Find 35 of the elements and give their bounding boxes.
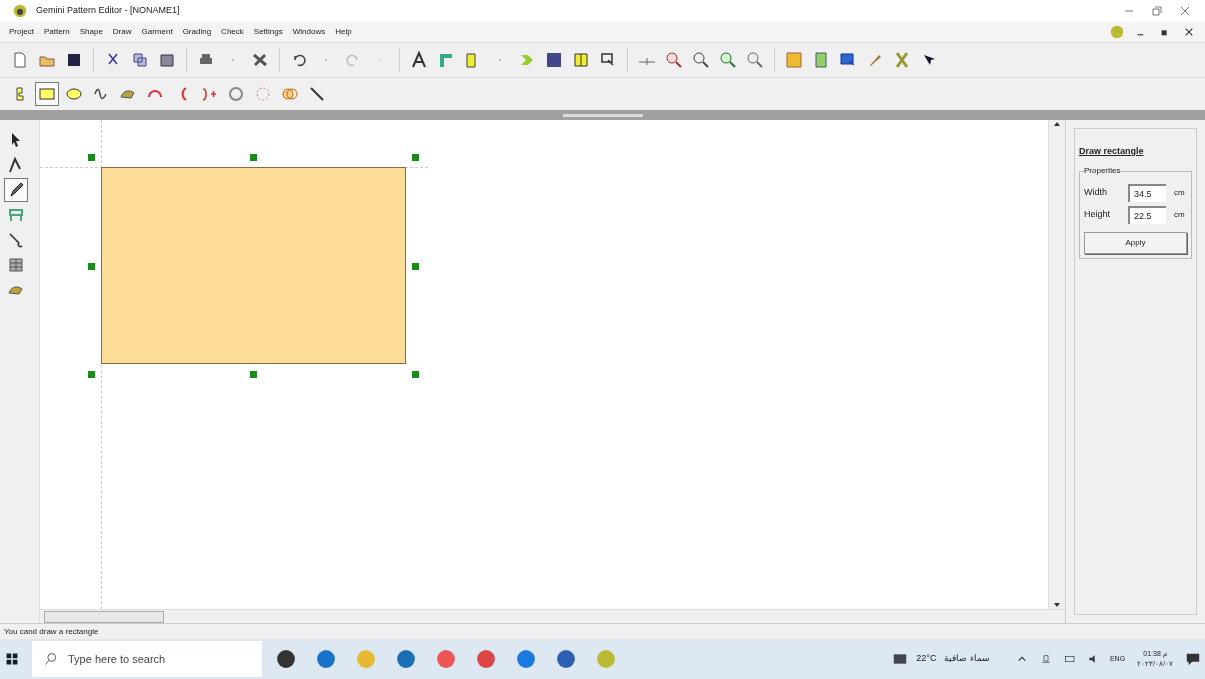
menu-item[interactable]: Settings (248, 26, 288, 38)
selection-handle[interactable] (88, 262, 95, 270)
menu-item[interactable]: Draw (107, 26, 137, 38)
status-text: You cand draw a rectangle (4, 625, 99, 638)
selection-handle[interactable] (412, 154, 419, 161)
menu-item[interactable]: Garment (136, 26, 178, 38)
menu-item[interactable]: Help (330, 26, 357, 38)
search-field[interactable]: Type here to search (32, 641, 262, 677)
horizontal-scrollbar[interactable] (40, 609, 1065, 623)
temperature: 22°C (916, 652, 937, 666)
selection-handle[interactable] (250, 154, 257, 161)
unit-label: cm (1174, 208, 1185, 221)
selection-handle[interactable] (88, 371, 95, 378)
panel-title: Draw rectangle (1079, 145, 1145, 158)
apply-button[interactable]: Apply (1084, 231, 1187, 254)
value-field[interactable]: 22.5 (1128, 205, 1166, 224)
weather-text: سماء صافية (944, 652, 990, 666)
menu-item[interactable]: Shape (74, 26, 108, 38)
selection-handle[interactable] (88, 154, 95, 161)
menu-item[interactable]: Project (4, 26, 39, 38)
selection-handle[interactable] (412, 262, 419, 270)
selection-handle[interactable] (250, 371, 257, 378)
field-label: Height (1084, 207, 1111, 221)
window-title: Gemini Pattern Editor - [NONAME1] (36, 4, 180, 18)
unit-label: cm (1174, 186, 1185, 199)
field-label: Width (1084, 185, 1108, 199)
menu-item[interactable]: Check (216, 26, 249, 38)
search-icon (44, 652, 58, 666)
menu-item[interactable]: Pattern (38, 26, 75, 38)
pencil-icon[interactable] (4, 178, 28, 202)
menu-item[interactable]: Grading (177, 26, 217, 38)
selection-handle[interactable] (412, 371, 419, 378)
value-field[interactable]: 34.5 (1128, 183, 1166, 202)
rectangle-icon[interactable] (35, 82, 59, 106)
menu-item[interactable]: Windows (287, 26, 331, 38)
